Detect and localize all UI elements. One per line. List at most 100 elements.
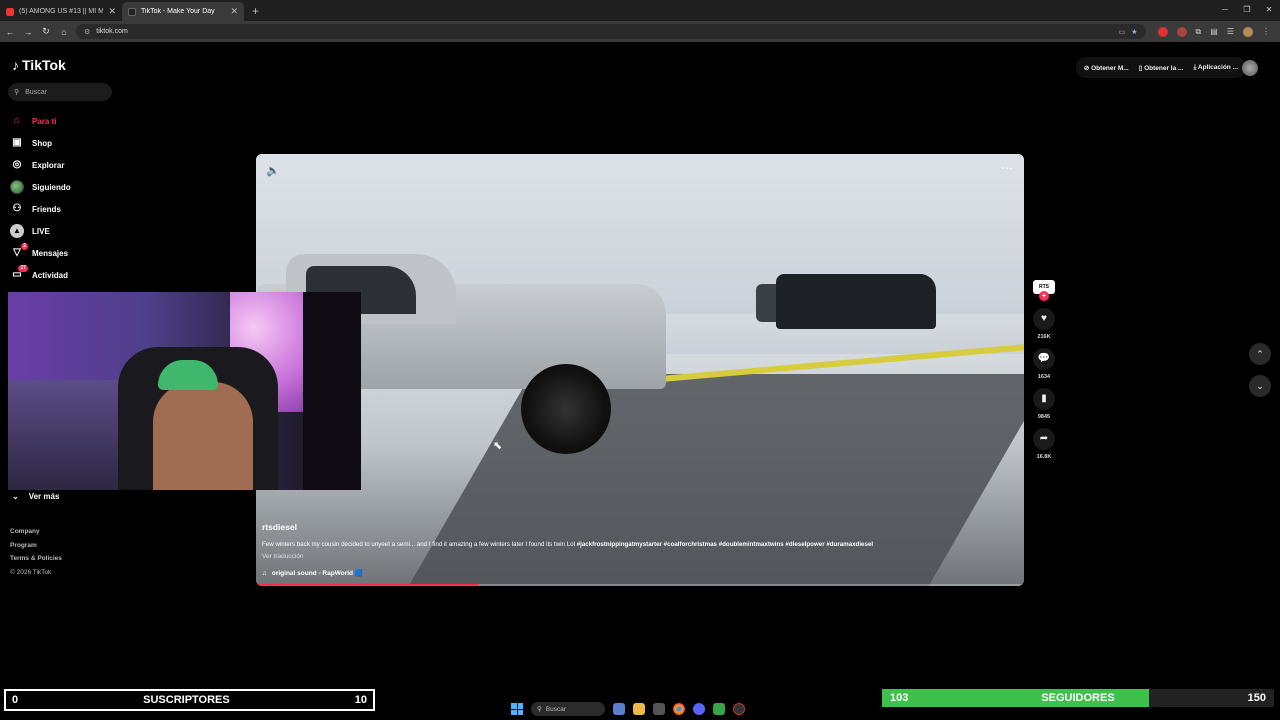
screen: (5) AMONG US #13 || MI MEJO ✕ TikTok - M… [0,0,1280,720]
browser-toolbar: ← → ↻ ⌂ ⚙ tiktok.com ▭ ★ ⧉ ▤ ☰ ⋮ [0,21,1280,42]
comment-icon[interactable]: 💬 [1033,348,1055,370]
sidebar-item-label: Siguiendo [32,182,71,192]
creator-avatar[interactable]: RTS + [1033,280,1055,301]
taskbar-search[interactable]: ⚲ Buscar [531,702,605,716]
home-icon[interactable]: ⌂ [58,27,70,37]
extensions-puzzle-icon[interactable]: ⧉ [1196,27,1202,37]
messages-icon: ▽ 2 [13,243,28,258]
chevron-down-icon: ⌄ [12,492,19,501]
windows-start-icon[interactable] [511,703,523,715]
ver-mas-button[interactable]: ⌄ Ver más [12,492,59,501]
extension-shield-icon[interactable] [1176,26,1187,37]
compass-icon: ◎ [12,159,22,170]
video-sound[interactable]: ♫ original sound - RapWorld 🟦 [262,569,1002,578]
discord-icon[interactable] [693,703,705,715]
like-action[interactable]: ♥ 216K [1033,308,1055,340]
sidebar-item-label: LIVE [32,226,50,236]
webcam-background [8,380,128,490]
next-video-button[interactable]: ⌄ [1249,375,1271,397]
sidebar-item-label: Actividad [32,270,69,280]
cast-icon[interactable]: ▭ [1119,28,1126,36]
save-action[interactable]: ▮ 9845 [1033,388,1055,420]
home-icon: ⌂ [13,115,21,126]
sidebar-nav: ⌂ Para ti ▣ Shop ◎ Explorar Siguiendo ⚇ … [10,110,150,286]
video-progress-fill [256,584,479,586]
follow-plus-icon[interactable]: + [1039,291,1049,301]
footer-link-program[interactable]: Program [10,539,62,553]
browser-tab-tiktok[interactable]: TikTok - Make Your Day ✕ [122,2,244,21]
browser-tab-youtube[interactable]: (5) AMONG US #13 || MI MEJO ✕ [0,2,122,21]
tiktok-logo[interactable]: ♪ TikTok [12,57,66,73]
search-input[interactable]: ⚲ Buscar [8,83,112,101]
video-username[interactable]: rtsdiesel [262,522,1002,532]
site-info-icon[interactable]: ⚙ [84,28,90,36]
sidebar-item-actividad[interactable]: ▭ 27 Actividad [10,264,150,286]
close-tab-icon[interactable]: ✕ [230,6,238,17]
heart-icon[interactable]: ♥ [1033,308,1055,330]
sidebar-item-friends[interactable]: ⚇ Friends [10,198,150,220]
address-bar[interactable]: ⚙ tiktok.com ▭ ★ [76,24,1146,39]
sidebar-item-siguiendo[interactable]: Siguiendo [10,176,150,198]
bookmark-icon[interactable]: ▮ [1033,388,1055,410]
more-options-icon[interactable]: ⋯ [1001,161,1014,175]
profile-avatar[interactable] [1242,60,1258,76]
footer-link-terms[interactable]: Terms & Policies [10,552,62,566]
comment-count: 1634 [1037,374,1051,380]
desktop-app-button[interactable]: ⤓ Aplicación ... [1193,64,1238,72]
share-arrow-icon[interactable]: ➦ [1033,428,1055,450]
friends-icon: ⚇ [12,203,22,214]
reload-icon[interactable]: ↻ [40,26,52,37]
sidebar-item-shop[interactable]: ▣ Shop [10,132,150,154]
volume-icon[interactable]: 🔈 [266,164,280,177]
file-explorer-icon[interactable] [633,703,645,715]
youtube-favicon-icon [6,7,14,16]
profile-avatar-icon[interactable] [1243,26,1253,37]
sidebar-item-explorar[interactable]: ◎ Explorar [10,154,150,176]
get-coins-button[interactable]: ⊘ Obtener M... [1084,64,1129,72]
sidebar-item-live[interactable]: ▲ LIVE [10,220,150,242]
activity-badge: 27 [18,265,28,272]
close-window-icon[interactable]: ✕ [1258,0,1280,21]
minimize-icon[interactable]: ─ [1214,0,1236,21]
restore-icon[interactable]: ❐ [1236,0,1258,21]
taskview-icon[interactable] [653,703,665,715]
sidebar-item-mensajes[interactable]: ▽ 2 Mensajes [10,242,150,264]
sound-label: original sound - RapWorld 🟦 [271,570,363,577]
previous-video-button[interactable]: ⌃ [1249,343,1271,365]
followers-current: 103 [890,692,909,704]
windows-taskbar: ⚲ Buscar [376,698,880,720]
sidebar-item-label: Para ti [32,116,57,126]
get-app-button[interactable]: ▯ Obtener la ... [1139,64,1184,72]
minecraft-icon[interactable] [713,703,725,715]
bookmark-star-icon[interactable]: ★ [1131,28,1137,36]
streamer-webcam [8,292,361,490]
search-placeholder: Buscar [25,88,47,96]
video-progress-bar[interactable] [256,584,1024,586]
followers-goal: 150 [1247,692,1266,704]
search-icon: ⚲ [14,89,20,96]
sidebar-item-label: Friends [32,204,61,214]
forward-icon[interactable]: → [22,27,34,37]
tab-search-icon[interactable]: ☰ [1227,27,1234,36]
menu-kebab-icon[interactable]: ⋮ [1262,27,1270,36]
desktop-app-label: Aplicación ... [1197,63,1238,71]
reading-list-icon[interactable]: ▤ [1210,27,1218,36]
save-count: 9845 [1037,414,1051,420]
sidebar-item-para-ti[interactable]: ⌂ Para ti [10,110,150,132]
see-translation-link[interactable]: Ver traducción [262,553,1002,560]
comment-action[interactable]: 💬 1634 [1033,348,1055,380]
new-tab-button[interactable]: + [244,2,267,21]
share-action[interactable]: ➦ 16.8K [1033,428,1055,460]
chrome-icon[interactable] [673,703,685,715]
video-player[interactable]: 🔈 ⋯ ⬉ rtsdiesel Few winters back my cous… [256,154,1024,586]
obs-icon[interactable] [733,703,745,715]
description-text: Few winters back my cousin decided to un… [262,541,577,548]
footer-link-company[interactable]: Company [10,525,62,539]
tab-title: (5) AMONG US #13 || MI MEJO [19,8,104,15]
share-count: 16.8K [1036,454,1052,460]
description-hashtags[interactable]: #jackfrostnippingatmystarter #coalforchr… [577,541,873,548]
back-icon[interactable]: ← [4,27,16,37]
close-tab-icon[interactable]: ✕ [108,6,116,17]
extension-red-icon[interactable] [1157,26,1168,37]
widgets-icon[interactable] [613,703,625,715]
